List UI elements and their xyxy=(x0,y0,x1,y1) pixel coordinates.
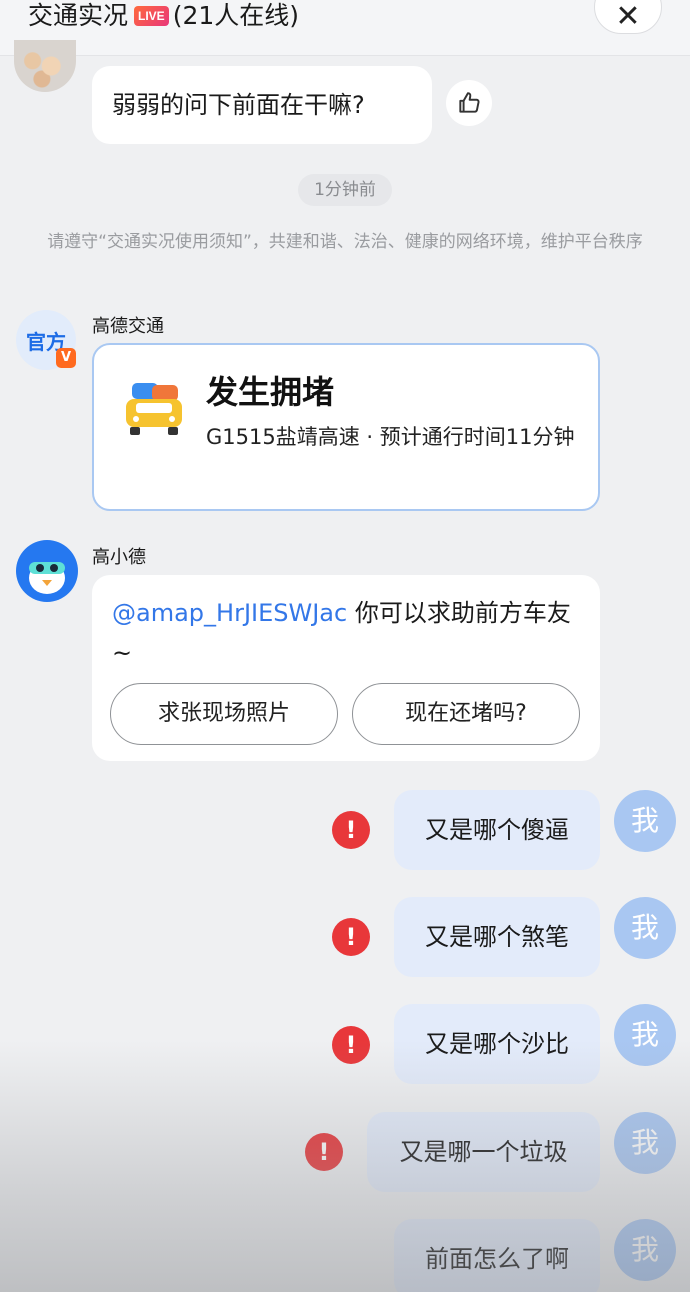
live-badge: LIVE xyxy=(134,6,169,26)
send-failed-icon[interactable]: ! xyxy=(305,1133,343,1171)
bot-message-text: @amap_HrJIESWJac 你可以求助前方车友~ xyxy=(112,599,571,667)
close-icon: ✕ xyxy=(615,0,641,34)
online-count: (21人在线) xyxy=(172,1,300,30)
card-title: 发生拥堵 xyxy=(206,373,335,411)
traffic-card[interactable]: 发生拥堵 G1515盐靖高速 · 预计通行时间11分钟 xyxy=(92,343,600,511)
my-avatar[interactable]: 我 xyxy=(614,1219,676,1281)
my-avatar[interactable]: 我 xyxy=(614,790,676,852)
quick-reply-photo[interactable]: 求张现场照片 xyxy=(110,683,338,745)
like-button[interactable] xyxy=(446,80,492,126)
room-name: 交通实况 xyxy=(28,1,129,30)
chat-title: 交通实况 LIVE (21人在线) xyxy=(28,0,299,32)
timestamp: 1分钟前 xyxy=(298,174,392,206)
verified-badge: V xyxy=(56,348,76,368)
close-button[interactable]: ✕ xyxy=(594,0,662,34)
sender-name: 高德交通 xyxy=(92,316,164,337)
mascot-icon xyxy=(29,562,65,594)
send-failed-icon[interactable]: ! xyxy=(332,1026,370,1064)
thumbs-up-icon xyxy=(459,92,480,113)
user-avatar[interactable] xyxy=(14,40,76,92)
my-avatar[interactable]: 我 xyxy=(614,1004,676,1066)
my-message: 前面怎么了啊 xyxy=(394,1219,600,1292)
bot-message: @amap_HrJIESWJac 你可以求助前方车友~ 求张现场照片 现在还堵吗… xyxy=(92,575,600,761)
bot-avatar[interactable] xyxy=(16,540,78,602)
traffic-jam-icon xyxy=(126,383,182,435)
sender-name: 高小德 xyxy=(92,547,146,568)
chat-header: 交通实况 LIVE (21人在线) ✕ xyxy=(0,0,690,56)
my-avatar[interactable]: 我 xyxy=(614,897,676,959)
user-mention[interactable]: @amap_HrJIESWJac xyxy=(112,599,347,627)
community-notice: 请遵守“交通实况使用须知”，共建和谐、法治、健康的网络环境，维护平台秩序 xyxy=(47,232,643,252)
my-avatar[interactable]: 我 xyxy=(614,1112,676,1174)
my-message: 又是哪个煞笔 xyxy=(394,897,600,977)
card-description: G1515盐靖高速 · 预计通行时间11分钟 xyxy=(206,425,575,449)
send-failed-icon[interactable]: ! xyxy=(332,811,370,849)
message-bubble: 弱弱的问下前面在干嘛? xyxy=(92,66,432,144)
send-failed-icon[interactable]: ! xyxy=(332,918,370,956)
my-message: 又是哪个沙比 xyxy=(394,1004,600,1084)
my-message: 又是哪一个垃圾 xyxy=(367,1112,600,1192)
quick-reply-still-jammed[interactable]: 现在还堵吗? xyxy=(352,683,580,745)
my-message: 又是哪个傻逼 xyxy=(394,790,600,870)
